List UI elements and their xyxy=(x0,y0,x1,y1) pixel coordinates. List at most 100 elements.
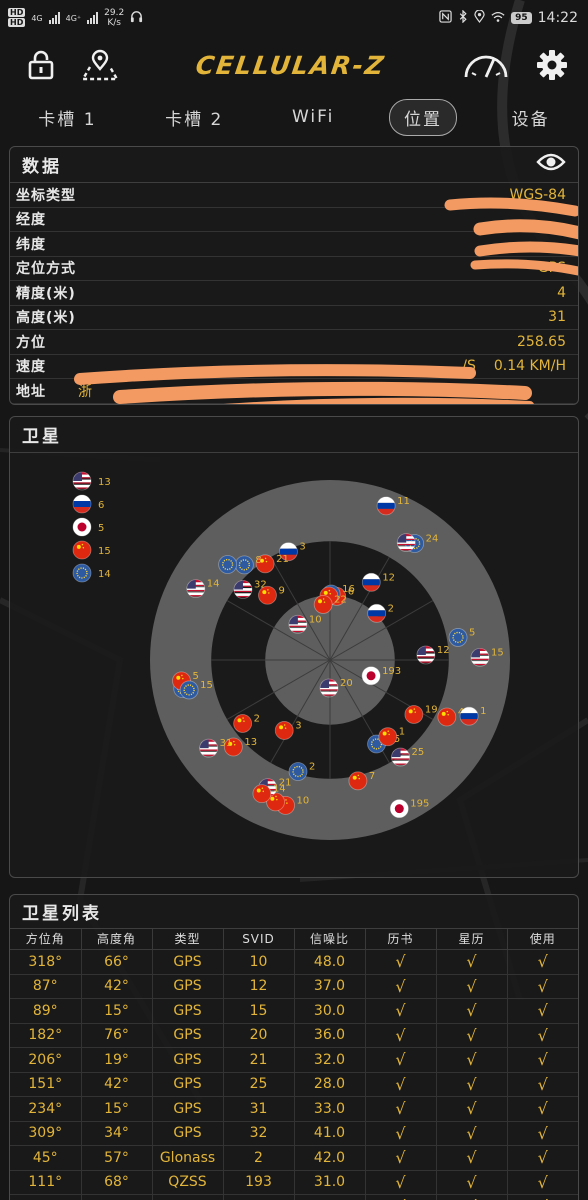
satellite-flag-us-icon xyxy=(319,678,339,697)
col-snr[interactable]: 信噪比 xyxy=(294,928,366,950)
almanac-check: √ xyxy=(365,1170,437,1195)
used-check: √ xyxy=(507,1072,578,1097)
table-row: 111° 68° QZSS 193 31.0 √ √ √ xyxy=(10,1170,578,1195)
tab-sim-1[interactable]: 卡槽 1 xyxy=(24,100,110,135)
satellite-flag-eu-icon xyxy=(234,554,254,574)
satellite-id-label: 14 xyxy=(273,783,286,794)
data-row-fix-method: 定位方式 GPS xyxy=(10,257,578,281)
satellite-flag-us-icon xyxy=(396,532,416,552)
tab-sim-2[interactable]: 卡槽 2 xyxy=(151,100,237,135)
lock-icon[interactable] xyxy=(28,50,54,80)
satellite-flag-us-icon xyxy=(416,645,436,664)
type-cell: GPS xyxy=(152,1047,224,1073)
data-label: 高度(米) xyxy=(16,310,76,327)
gear-icon[interactable] xyxy=(536,49,568,81)
satellite-id-label: 15 xyxy=(491,647,504,658)
satellite-panel: 卫星 1365151411241226162232183291410512152… xyxy=(9,415,579,878)
elevation-cell: 42° xyxy=(81,974,153,999)
type-cell: GPS xyxy=(152,998,224,1024)
data-value: GPS xyxy=(537,260,566,277)
table-row: 234° 15° GPS 31 33.0 √ √ √ xyxy=(10,1096,578,1122)
tab-location[interactable]: 位置 xyxy=(389,98,458,136)
svid-cell: 10 xyxy=(223,949,295,975)
data-row-speed: 速度 /S 0.14 KM/H xyxy=(10,355,578,379)
almanac-check: √ xyxy=(365,974,437,999)
clock: 14:22 xyxy=(537,10,578,26)
satellite-table-body: 318° 66° GPS 10 48.0 √ √ √ 87° 42° GPS 12 37.0 √ √ √ 89°… xyxy=(10,949,578,1200)
satellite-id-label: 193 xyxy=(382,665,401,676)
col-svid[interactable]: SVID xyxy=(223,928,295,950)
azimuth-cell: 89° xyxy=(10,998,82,1024)
speed-value: 29.2 xyxy=(104,8,125,18)
svid-cell: 31 xyxy=(223,1096,295,1122)
status-bar: HD HD 4G 4G⁺ 29.2 K/s 95 14:22 xyxy=(0,0,588,36)
col-almanac[interactable]: 历书 xyxy=(365,928,437,950)
data-value: WGS-84 xyxy=(509,186,566,203)
data-row-latitude: 纬度 xyxy=(10,232,578,257)
almanac-check: √ xyxy=(365,1096,437,1122)
used-check: √ xyxy=(507,1121,578,1146)
satellite-panel-title: 卫星 xyxy=(22,426,62,447)
data-label: 精度(米) xyxy=(16,285,76,302)
used-check: √ xyxy=(507,1047,578,1073)
ephemeris-check: √ xyxy=(436,1096,508,1122)
type-cell: GPS xyxy=(152,949,224,975)
svid-cell: 2 xyxy=(223,1145,295,1171)
data-label: 坐标类型 xyxy=(16,187,76,204)
satellite-panel-header: 卫星 xyxy=(10,417,578,453)
col-ephemeris[interactable]: 星历 xyxy=(436,928,508,950)
snr-cell: 37.0 xyxy=(294,974,366,999)
type-cell: GPS xyxy=(152,1194,224,1200)
network-type-1: 4G xyxy=(31,13,43,23)
satellite-id-label: 19 xyxy=(425,704,438,715)
satellite-id-label: 12 xyxy=(382,572,395,583)
map-pin-icon[interactable] xyxy=(80,49,120,81)
hd-indicator: HD HD xyxy=(8,8,26,28)
azimuth-cell: 111° xyxy=(10,1170,82,1195)
snr-cell: 42.0 xyxy=(294,1145,366,1171)
satellite-flag-cn-icon xyxy=(404,704,424,724)
satellite-flag-jp-icon xyxy=(361,665,381,685)
satellite-flag-cn-icon xyxy=(378,726,398,746)
almanac-check: √ xyxy=(365,1072,437,1097)
satellite-flag-cn-icon xyxy=(252,783,272,803)
col-elevation[interactable]: 高度角 xyxy=(81,928,153,950)
snr-cell: 32.0 xyxy=(294,1047,366,1073)
table-row: 280°14°GPS1433.0√√√ xyxy=(10,1194,578,1200)
satellite-flag-ru-icon xyxy=(367,603,387,623)
col-type[interactable]: 类型 xyxy=(152,928,224,950)
type-cell: GPS xyxy=(152,1023,224,1048)
eye-icon[interactable] xyxy=(536,152,566,177)
col-used[interactable]: 使用 xyxy=(507,928,578,950)
data-row-accuracy: 精度(米) 4 xyxy=(10,281,578,306)
speed-unit: K/s xyxy=(107,18,121,28)
satellite-id-label: 10 xyxy=(297,795,310,806)
satellite-flag-eu-icon xyxy=(218,554,238,574)
tab-wifi[interactable]: WiFi xyxy=(278,102,348,132)
satellite-flag-cn-icon xyxy=(437,707,457,726)
svid-cell: 21 xyxy=(223,1047,295,1073)
satellite-id-label: 2 xyxy=(254,713,260,724)
battery-icon: 95 xyxy=(511,12,532,24)
azimuth-cell: 318° xyxy=(10,949,82,975)
svid-cell: 193 xyxy=(223,1170,295,1195)
data-label: 经度 xyxy=(16,212,46,229)
col-azimuth[interactable]: 方位角 xyxy=(10,928,82,950)
satellite-flag-cn-icon xyxy=(258,585,277,605)
legend-flag-cn-icon xyxy=(72,540,92,559)
satellite-id-label: 1 xyxy=(480,706,486,717)
network-speed: 29.2 K/s xyxy=(104,8,124,28)
satellite-list-panel: 卫星列表 方位角 高度角 类型 SVID 信噪比 历书 星历 使用 318° 66… xyxy=(9,893,579,1200)
satellite-id-label: 21 xyxy=(276,553,289,564)
snr-cell: 36.0 xyxy=(294,1023,366,1048)
satellite-id-label: 24 xyxy=(426,533,439,544)
satellite-id-label: 7 xyxy=(369,770,375,781)
satellite-id-label: 9 xyxy=(278,585,284,596)
speedometer-icon[interactable] xyxy=(462,49,510,81)
satellite-flag-cn-icon xyxy=(348,770,368,790)
table-row: 182° 76° GPS 20 36.0 √ √ √ xyxy=(10,1023,578,1048)
satellite-flag-eu-icon xyxy=(179,680,199,699)
tab-device[interactable]: 设备 xyxy=(498,100,564,135)
hd-badge-1: HD xyxy=(8,8,26,17)
satellite-id-label: 20 xyxy=(340,677,353,688)
